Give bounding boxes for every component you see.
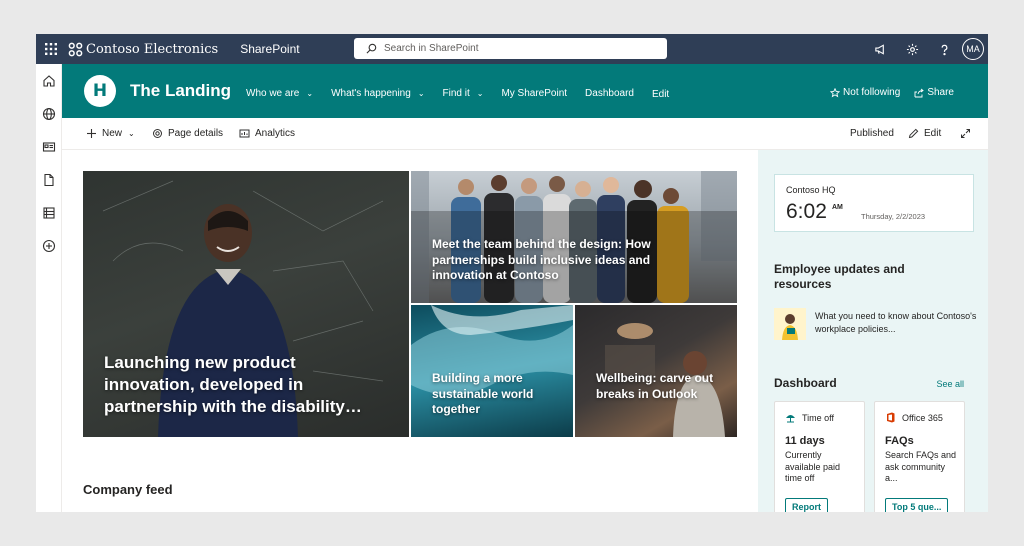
chevron-down-icon: ⌄ [306,89,314,98]
hero-caption-2: Meet the team behind the design: How par… [432,237,651,282]
edit-label: Edit [924,128,942,139]
list-icon[interactable] [42,206,56,220]
gear-icon[interactable] [896,34,928,64]
nav-find-it[interactable]: Find it ⌄ [443,87,484,100]
analytics-label: Analytics [255,128,296,139]
page-details-label: Page details [168,128,224,139]
pencil-icon [908,128,919,139]
sharepoint-window: Contoso Electronics SharePoint Search in… [36,34,988,512]
update-item[interactable]: What you need to know about Contoso's wo… [774,306,984,342]
site-logo-letter: H [92,81,108,101]
chevron-down-icon: ⌄ [128,129,135,138]
nav-label: What's happening [331,88,411,99]
office-icon [887,412,895,423]
clock-time: 6:02 [786,200,827,223]
card-description: Currently available paid time off [785,450,841,483]
add-icon[interactable] [42,239,56,253]
nav-label: Find it [442,88,470,99]
contoso-logo-icon [68,42,83,56]
site-title[interactable]: The Landing [130,81,231,101]
nav-dashboard[interactable]: Dashboard [585,87,634,100]
clock-ampm: AM [832,204,843,211]
waffle-icon[interactable] [40,38,62,60]
nav-my-sharepoint[interactable]: My SharePoint [501,87,567,100]
gear-icon [153,129,162,138]
search-placeholder: Search in SharePoint [384,43,479,54]
nav-who-we-are[interactable]: Who we are ⌄ [246,87,313,100]
company-feed-title: Company feed [83,482,173,497]
suite-bar: Contoso Electronics SharePoint Search in… [36,34,988,64]
time-off-icon [786,415,795,423]
nav-edit[interactable]: Edit [652,89,669,100]
edit-button[interactable]: Edit [908,128,941,139]
analytics-icon [239,129,250,138]
card-app-label: Office 365 [902,412,943,423]
chevron-down-icon: ⌄ [417,89,425,98]
top-questions-button[interactable]: Top 5 que... [885,498,949,512]
clock-location: Contoso HQ [786,185,836,195]
card-value: FAQs [885,435,914,447]
search-icon [366,43,377,54]
right-pane: Contoso HQ 6:02 AM Thursday, 2/2/2023 Em… [758,150,988,512]
nav-label: Edit [651,89,670,100]
nav-label: My SharePoint [501,88,568,99]
dashboard-card-time-off[interactable]: Time off 11 days Currently available pai… [774,401,865,512]
world-clock: Contoso HQ 6:02 AM Thursday, 2/2/2023 [774,174,974,232]
brand-name: Contoso Electronics [86,41,219,57]
publish-status-label: Published [850,128,894,139]
hero-caption-4: Wellbeing: carve out breaks in Outlook [596,371,714,401]
main-content: Launching new product innovation, develo… [62,150,758,512]
chevron-down-icon: ⌄ [476,89,484,98]
search-box[interactable]: Search in SharePoint [354,38,667,59]
site-header: H The Landing Who we are ⌄ What's happeni… [62,64,988,118]
megaphone-icon[interactable] [864,34,896,64]
site-nav: Who we are ⌄ What's happening ⌄ Find it ⌄ M… [246,87,687,100]
document-icon[interactable] [42,173,56,187]
plus-icon [87,129,96,138]
card-app-label: Time off [802,412,835,423]
update-thumbnail [774,308,806,340]
publish-status: Published [850,128,894,139]
hero-tile-4[interactable]: Wellbeing: carve out breaks in Outlook [575,305,737,437]
follow-button[interactable]: Not following [830,87,900,98]
app-name[interactable]: SharePoint [240,42,299,56]
hero-caption-1: Launching new product innovation, develo… [104,353,362,416]
update-text: What you need to know about Contoso's wo… [815,311,977,334]
nav-label: Who we are [246,88,300,99]
hero-caption-3: Building a more sustainable world togeth… [432,371,534,416]
hero-tile-1[interactable]: Launching new product innovation, develo… [83,171,409,437]
star-icon [830,87,841,97]
dashboard-title: Dashboard [774,376,837,390]
command-bar: New ⌄ Page details Analytics Published E… [62,118,988,150]
report-button[interactable]: Report [785,498,828,512]
dashboard-card-office365[interactable]: Office 365 FAQs Search FAQs and ask comm… [874,401,965,512]
home-icon[interactable] [42,74,56,88]
globe-icon[interactable] [42,107,56,121]
share-label: Share [927,87,954,98]
hero-tile-3[interactable]: Building a more sustainable world togeth… [411,305,573,437]
brand-link[interactable]: Contoso Electronics [68,42,218,57]
new-button[interactable]: New ⌄ [86,128,135,139]
nav-label: Dashboard [585,88,634,99]
app-rail [36,64,62,512]
follow-label: Not following [843,87,901,98]
hero-tile-2[interactable]: Meet the team behind the design: How par… [411,171,737,303]
avatar[interactable]: MA [962,38,984,60]
share-button[interactable]: Share [914,87,954,98]
news-icon[interactable] [42,140,56,154]
page-details-button[interactable]: Page details [152,128,223,139]
new-label: New [102,128,123,139]
updates-title: Employee updates and resources [774,262,905,291]
share-icon [914,88,925,97]
card-value: 11 days [785,435,825,447]
analytics-button[interactable]: Analytics [239,128,295,139]
see-all-link[interactable]: See all [936,379,964,389]
nav-whats-happening[interactable]: What's happening ⌄ [331,87,424,100]
card-description: Search FAQs and ask community a... [885,450,957,483]
site-logo[interactable]: H [84,75,116,107]
help-icon[interactable] [928,34,960,64]
expand-icon[interactable] [960,128,976,139]
clock-date: Thursday, 2/2/2023 [861,212,926,221]
